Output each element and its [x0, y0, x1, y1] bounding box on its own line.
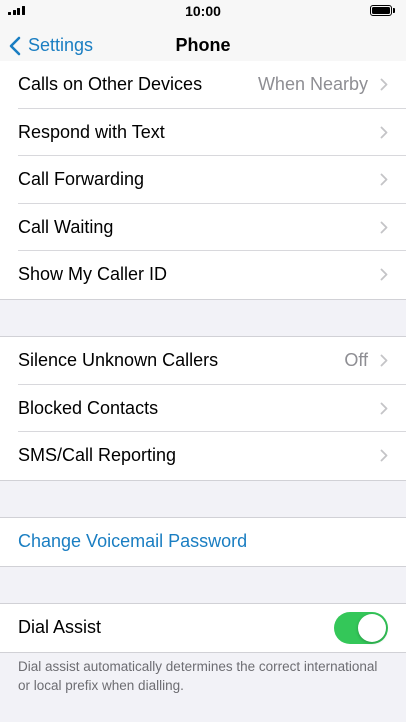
chevron-right-icon — [380, 221, 388, 234]
row-label: Call Waiting — [18, 216, 114, 237]
battery-icon — [370, 5, 392, 16]
row-label: Silence Unknown Callers — [18, 350, 219, 371]
row-label: Dial Assist — [18, 617, 102, 638]
row-label: Call Forwarding — [18, 169, 145, 190]
battery-tip — [393, 8, 395, 13]
row-label: Show My Caller ID — [18, 264, 168, 285]
row-label: Change Voicemail Password — [18, 531, 248, 552]
row-label: Blocked Contacts — [18, 397, 159, 418]
row-label: SMS/Call Reporting — [18, 445, 177, 466]
sms-call-reporting-row[interactable]: SMS/Call Reporting — [0, 432, 406, 480]
status-time: 10:00 — [185, 3, 221, 19]
dial-assist-row: Dial Assist — [0, 604, 406, 652]
row-label: Respond with Text — [18, 121, 165, 142]
call-waiting-row[interactable]: Call Waiting — [0, 204, 406, 252]
call-settings-group: Calls on Other Devices When Nearby Respo… — [0, 61, 406, 300]
status-bar: 10:00 — [0, 0, 406, 22]
respond-with-text-row[interactable]: Respond with Text — [0, 109, 406, 157]
chevron-right-icon — [380, 126, 388, 139]
silence-unknown-callers-row[interactable]: Silence Unknown Callers Off — [0, 337, 406, 385]
dial-assist-group: Dial Assist — [0, 603, 406, 653]
row-label: Calls on Other Devices — [18, 74, 203, 95]
chevron-right-icon — [380, 268, 388, 281]
row-value: When Nearby — [257, 74, 368, 95]
row-value: Off — [344, 350, 368, 371]
dial-assist-toggle[interactable] — [334, 612, 388, 644]
chevron-right-icon — [380, 402, 388, 415]
chevron-right-icon — [380, 354, 388, 367]
calls-on-other-devices-row[interactable]: Calls on Other Devices When Nearby — [0, 61, 406, 109]
change-voicemail-password-button[interactable]: Change Voicemail Password — [0, 518, 406, 566]
toggle-knob — [358, 614, 386, 642]
voicemail-group: Change Voicemail Password — [0, 517, 406, 567]
call-forwarding-row[interactable]: Call Forwarding — [0, 156, 406, 204]
caller-filtering-group: Silence Unknown Callers Off Blocked Cont… — [0, 336, 406, 481]
show-my-caller-id-row[interactable]: Show My Caller ID — [0, 251, 406, 299]
chevron-right-icon — [380, 173, 388, 186]
blocked-contacts-row[interactable]: Blocked Contacts — [0, 385, 406, 433]
chevron-right-icon — [380, 78, 388, 91]
dial-assist-description: Dial assist automatically determines the… — [18, 659, 378, 693]
chevron-right-icon — [380, 449, 388, 462]
